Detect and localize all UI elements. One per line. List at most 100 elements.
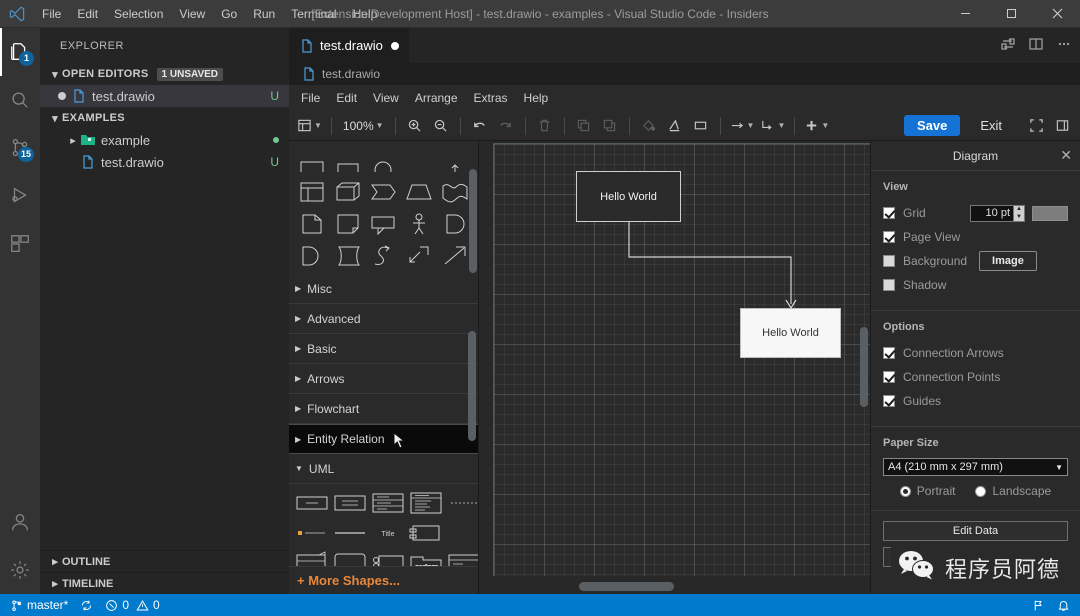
drawio-menu-arrange[interactable]: Arrange (407, 85, 466, 111)
connection-arrows-checkbox[interactable] (883, 347, 895, 359)
shape-step-icon[interactable] (367, 177, 401, 207)
uml-frame-icon[interactable] (333, 550, 367, 566)
connection-points-checkbox[interactable] (883, 371, 895, 383)
open-editor-item[interactable]: test.drawio U (40, 85, 289, 107)
uml-object-icon[interactable] (295, 490, 329, 516)
activity-run-debug[interactable] (0, 172, 40, 220)
menu-file[interactable]: File (34, 0, 69, 27)
drawio-menu-file[interactable]: File (293, 85, 328, 111)
uml-component-icon[interactable] (409, 520, 443, 546)
drawio-menu-view[interactable]: View (365, 85, 407, 111)
shape-category-basic[interactable]: ▶ Basic (289, 334, 478, 364)
shape-stored-data-icon[interactable] (331, 241, 365, 271)
edit-data-button[interactable]: Edit Data (883, 521, 1068, 541)
uml-node-icon[interactable] (447, 550, 478, 566)
shape-partial-circle-icon[interactable] (367, 145, 401, 175)
more-shapes-button[interactable]: + More Shapes... (289, 566, 478, 594)
uml-divider-icon[interactable] (333, 520, 367, 546)
split-editor-icon[interactable] (1028, 36, 1044, 55)
waypoints-icon[interactable]: ▼ (758, 114, 787, 138)
tab-dirty-icon[interactable] (390, 41, 399, 50)
undo-icon[interactable] (468, 114, 492, 138)
uml-title-icon[interactable]: Title (371, 520, 405, 546)
tree-item-example-folder[interactable]: ▸ example (40, 129, 289, 151)
tab-test-drawio[interactable]: test.drawio (289, 28, 410, 63)
diagram-canvas[interactable]: Hello World Hello World (479, 141, 870, 594)
activity-explorer[interactable]: 1 (0, 28, 40, 76)
fill-color-icon[interactable] (637, 114, 661, 138)
menu-go[interactable]: Go (213, 0, 245, 27)
workspace-header[interactable]: ▾ EXAMPLES (40, 107, 289, 129)
status-notifications[interactable] (1051, 599, 1076, 612)
insert-icon[interactable]: ▼ (802, 114, 831, 138)
shape-actor-icon[interactable] (402, 209, 436, 239)
shape-table-icon[interactable] (295, 177, 329, 207)
uml-lollipop-icon[interactable] (371, 550, 405, 566)
portrait-radio[interactable] (899, 485, 911, 497)
uml-class-detail-icon[interactable] (409, 490, 443, 516)
format-panel-icon[interactable] (1050, 114, 1074, 138)
close-icon[interactable]: ✕ (1060, 147, 1072, 164)
landscape-radio[interactable] (975, 485, 987, 497)
canvas-horizontal-scrollbar[interactable] (579, 582, 674, 591)
flip-editor-icon[interactable] (1000, 36, 1016, 55)
page-view-checkbox[interactable] (883, 231, 895, 243)
shape-delay-icon[interactable] (438, 209, 472, 239)
orientation-portrait[interactable]: Portrait (899, 484, 955, 498)
status-problems[interactable]: 0 0 (99, 594, 165, 616)
grid-size-input[interactable]: 10 pt (970, 204, 1014, 222)
shape-category-entity-relation[interactable]: ▶ Entity Relation (289, 424, 478, 454)
drawio-menu-extras[interactable]: Extras (466, 85, 516, 111)
uml-attribute-icon[interactable] (295, 520, 329, 546)
activity-accounts[interactable] (0, 498, 40, 546)
menu-view[interactable]: View (171, 0, 213, 27)
shape-category-uml[interactable]: ▼ UML (289, 454, 478, 484)
shape-note-icon[interactable] (331, 209, 365, 239)
shape-line2-icon[interactable] (331, 273, 365, 274)
shape-category-advanced[interactable]: ▶ Advanced (289, 304, 478, 334)
shape-line4-icon[interactable] (402, 273, 436, 274)
canvas-page-area[interactable]: Hello World Hello World (493, 143, 870, 576)
menu-edit[interactable]: Edit (69, 0, 106, 27)
shape-style-icon[interactable] (689, 114, 713, 138)
uml-package-icon[interactable]: package (409, 550, 443, 566)
grid-color-swatch[interactable] (1032, 205, 1068, 221)
fullscreen-icon[interactable] (1024, 114, 1048, 138)
shape-category-flowchart[interactable]: ▶ Flowchart (289, 394, 478, 424)
uml-item-label-icon[interactable] (447, 490, 478, 516)
shape-callout-icon[interactable] (367, 209, 401, 239)
drawio-menu-edit[interactable]: Edit (328, 85, 365, 111)
menu-help[interactable]: Help (345, 0, 386, 27)
diagram-node-2[interactable]: Hello World (740, 308, 841, 358)
activity-source-control[interactable]: 15 (0, 124, 40, 172)
shape-curve-arrow-icon[interactable] (367, 241, 401, 271)
grid-size-stepper[interactable]: ▲ ▼ (1014, 204, 1025, 222)
status-branch[interactable]: master* (4, 594, 74, 616)
save-button[interactable]: Save (903, 115, 961, 136)
connection-icon[interactable]: ▼ (728, 114, 757, 138)
menu-selection[interactable]: Selection (106, 0, 171, 27)
guides-checkbox[interactable] (883, 395, 895, 407)
shape-partial-arrow-icon[interactable] (438, 145, 472, 175)
to-front-icon[interactable] (572, 114, 596, 138)
page-view-icon[interactable]: ▼ (295, 114, 324, 138)
status-sync[interactable] (74, 594, 99, 616)
delete-icon[interactable] (533, 114, 557, 138)
background-checkbox[interactable] (883, 255, 895, 267)
shape-arrow-icon[interactable] (438, 241, 472, 271)
redo-icon[interactable] (494, 114, 518, 138)
shapes-scrollbar[interactable] (468, 331, 476, 441)
canvas-vertical-scrollbar[interactable] (860, 327, 868, 407)
shape-category-misc[interactable]: ▶ Misc (289, 274, 478, 304)
uml-module-icon[interactable] (295, 550, 329, 566)
shape-tape-icon[interactable] (438, 177, 472, 207)
shape-line5-icon[interactable] (438, 273, 472, 274)
maximize-button[interactable] (988, 0, 1034, 27)
zoom-level-button[interactable]: 100% ▼ (339, 114, 388, 138)
shadow-checkbox[interactable] (883, 279, 895, 291)
to-back-icon[interactable] (598, 114, 622, 138)
shape-line1-icon[interactable] (295, 273, 329, 274)
shape-partial-doc-icon[interactable] (331, 145, 365, 175)
menu-run[interactable]: Run (245, 0, 283, 27)
close-button[interactable] (1034, 0, 1080, 27)
